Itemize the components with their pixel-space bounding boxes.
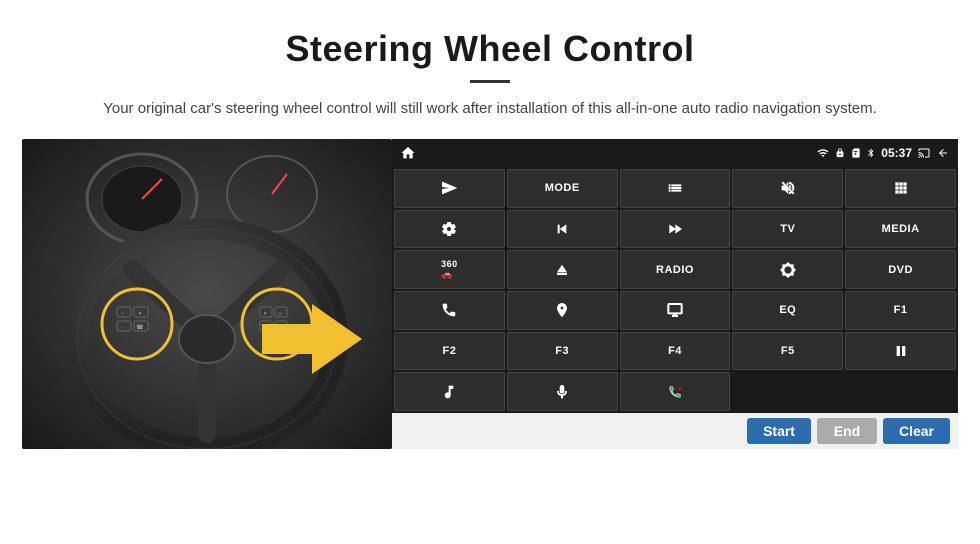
- ctrl-volume-mute[interactable]: [732, 169, 843, 208]
- header-section: Steering Wheel Control Your original car…: [0, 0, 980, 139]
- ctrl-brightness[interactable]: [732, 250, 843, 289]
- ctrl-settings[interactable]: [394, 210, 505, 249]
- ctrl-f3[interactable]: F3: [507, 332, 618, 371]
- android-panel: 05:37 MODE: [392, 139, 958, 449]
- ctrl-fast-forward[interactable]: [620, 210, 731, 249]
- status-right: 05:37: [816, 146, 950, 160]
- page-wrapper: Steering Wheel Control Your original car…: [0, 0, 980, 449]
- ctrl-microphone[interactable]: [507, 372, 618, 411]
- ctrl-radio[interactable]: RADIO: [620, 250, 731, 289]
- cast-icon: [917, 147, 931, 159]
- status-bar: 05:37: [392, 139, 958, 167]
- ctrl-empty: [732, 372, 843, 411]
- svg-text:✦: ✦: [263, 311, 267, 317]
- ctrl-eject[interactable]: [507, 250, 618, 289]
- svg-text:✦: ✦: [138, 311, 142, 317]
- control-grid: MODE: [392, 167, 958, 413]
- sim-icon: [850, 147, 861, 159]
- ctrl-play-pause[interactable]: [845, 332, 956, 371]
- steering-wheel-image: + ✦ - ☎ ✦ ◇ ◇ ◇: [22, 139, 392, 449]
- ctrl-tv[interactable]: TV: [732, 210, 843, 249]
- status-time: 05:37: [881, 146, 912, 160]
- svg-text:◇: ◇: [278, 311, 282, 317]
- lock-icon: [835, 147, 845, 159]
- ctrl-f1[interactable]: F1: [845, 291, 956, 330]
- ctrl-navi[interactable]: [507, 291, 618, 330]
- ctrl-rewind[interactable]: [507, 210, 618, 249]
- status-left: [400, 145, 416, 161]
- subtitle-text: Your original car's steering wheel contr…: [60, 97, 920, 121]
- start-button[interactable]: Start: [747, 418, 811, 444]
- svg-text:☎: ☎: [136, 324, 144, 331]
- ctrl-eq[interactable]: EQ: [732, 291, 843, 330]
- clear-button[interactable]: Clear: [883, 418, 950, 444]
- ctrl-answer-hang[interactable]: [620, 372, 731, 411]
- title-divider: [470, 80, 510, 83]
- ctrl-f4[interactable]: F4: [620, 332, 731, 371]
- home-icon: [400, 145, 416, 161]
- ctrl-phone[interactable]: [394, 291, 505, 330]
- ctrl-dvd[interactable]: DVD: [845, 250, 956, 289]
- ctrl-send[interactable]: [394, 169, 505, 208]
- ctrl-360cam[interactable]: 360🚗: [394, 250, 505, 289]
- ctrl-empty2: [845, 372, 956, 411]
- bottom-bar: Start End Clear: [392, 413, 958, 449]
- page-title: Steering Wheel Control: [60, 28, 920, 70]
- ctrl-list[interactable]: [620, 169, 731, 208]
- svg-text:+: +: [121, 312, 124, 317]
- ctrl-display[interactable]: [620, 291, 731, 330]
- ctrl-apps[interactable]: [845, 169, 956, 208]
- ctrl-f5[interactable]: F5: [732, 332, 843, 371]
- end-button[interactable]: End: [817, 418, 877, 444]
- content-area: + ✦ - ☎ ✦ ◇ ◇ ◇: [0, 139, 980, 449]
- back-icon: [936, 147, 950, 159]
- wifi-icon: [816, 147, 830, 159]
- ctrl-mode[interactable]: MODE: [507, 169, 618, 208]
- bluetooth-icon: [866, 146, 876, 160]
- ctrl-music[interactable]: [394, 372, 505, 411]
- ctrl-f2[interactable]: F2: [394, 332, 505, 371]
- ctrl-media[interactable]: MEDIA: [845, 210, 956, 249]
